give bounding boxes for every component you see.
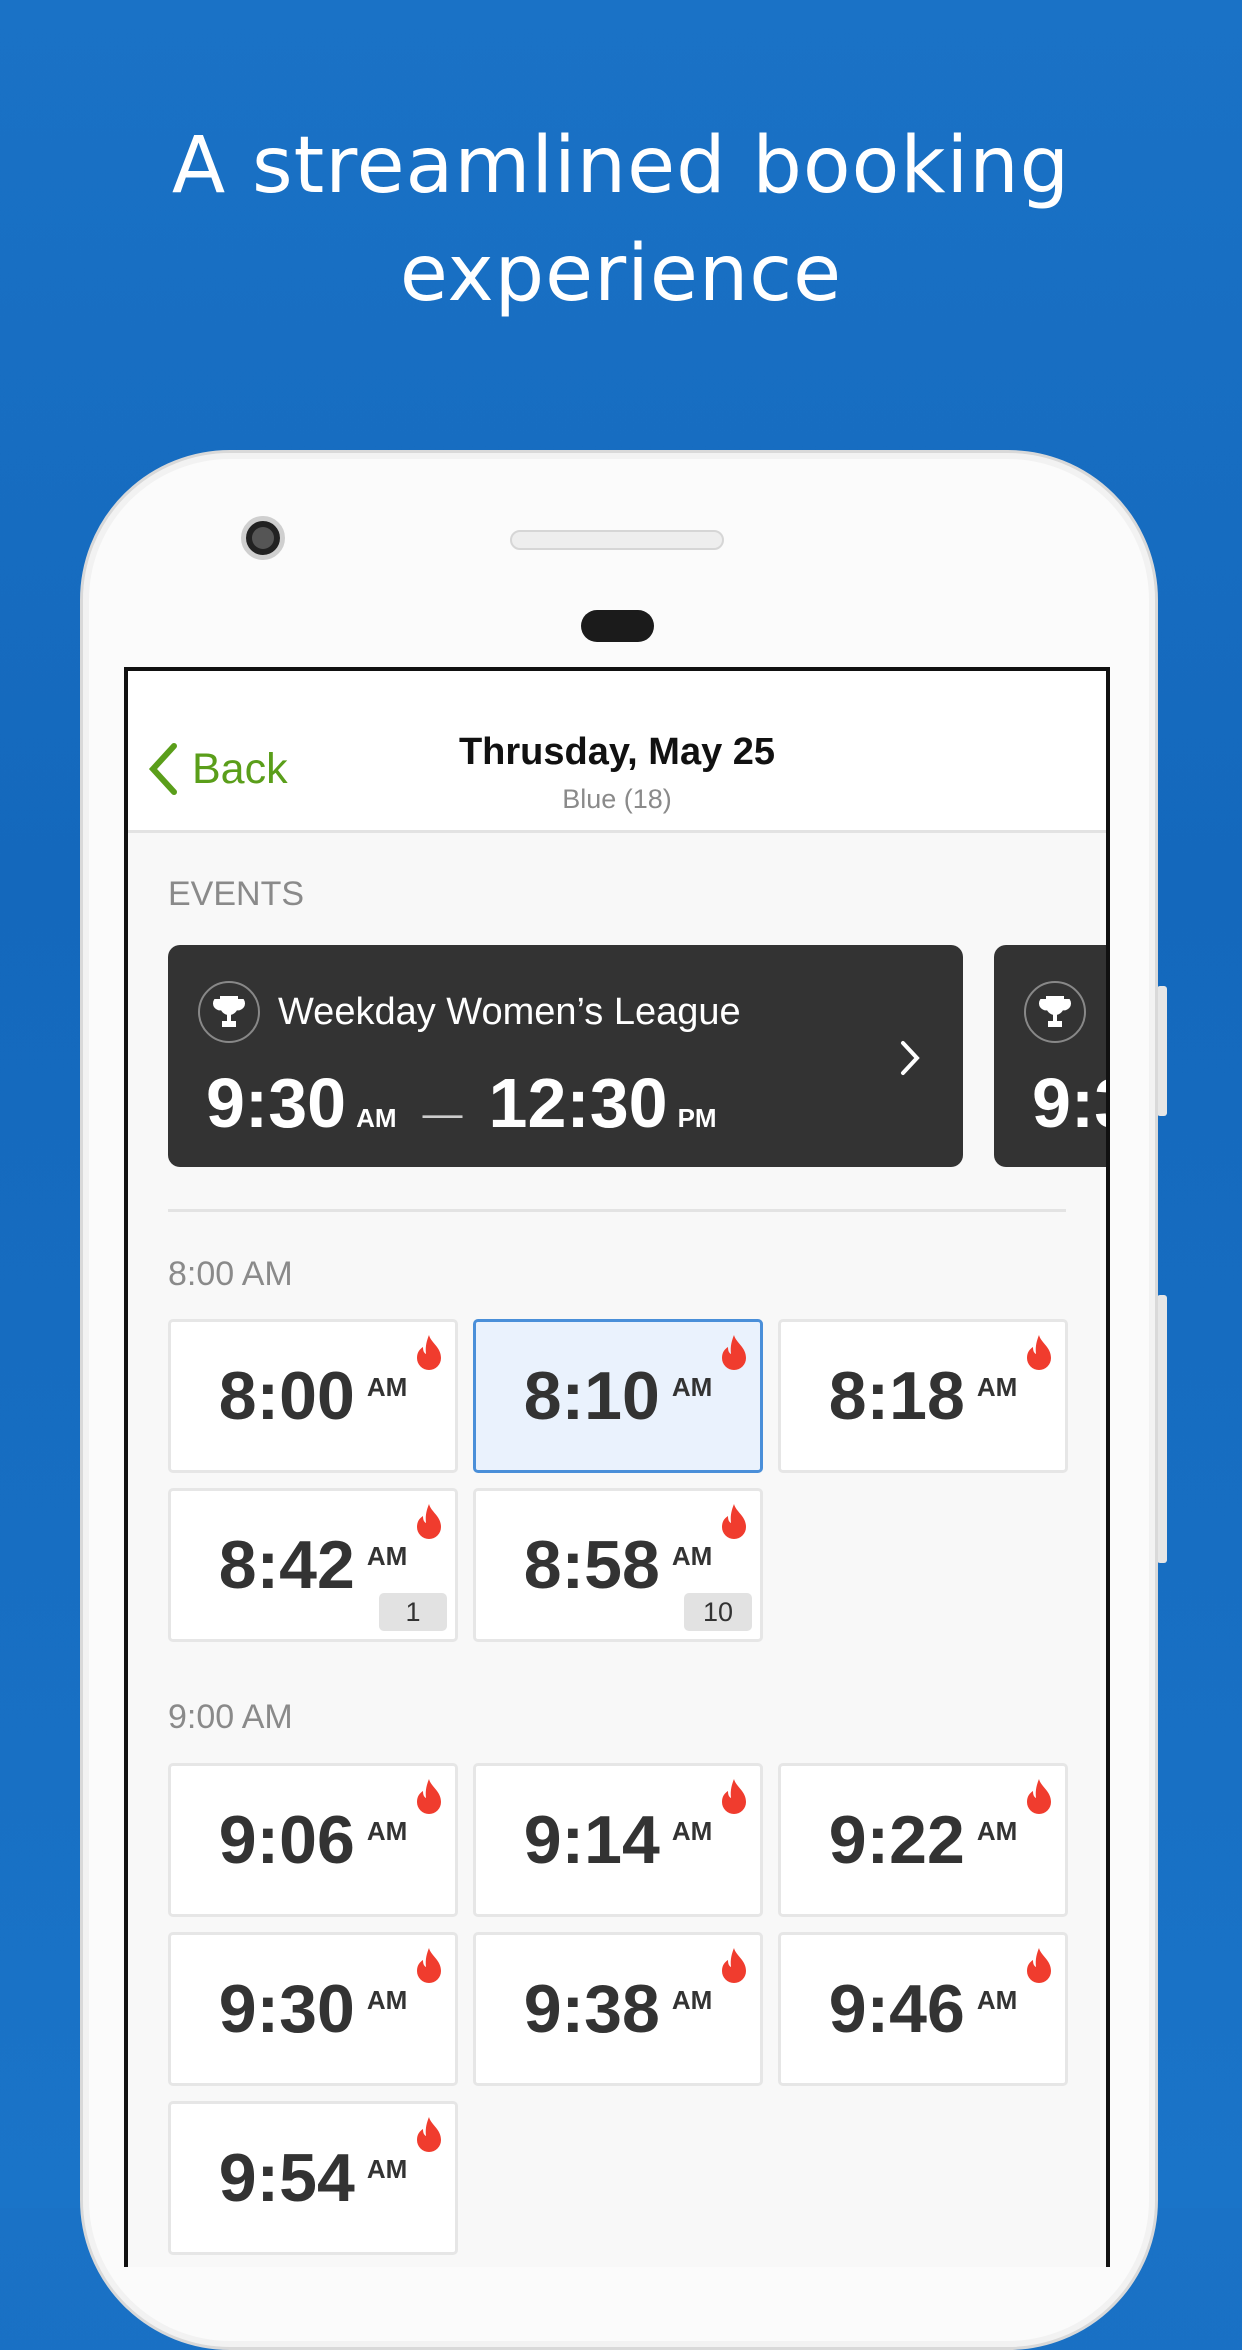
tee-time-grid: 8:00 AM 8:10 AM 8:18 AM 8:42 AM 1 8:58 AM 10 <box>168 1319 1068 1642</box>
slot-time: 9:06 <box>218 1802 355 1878</box>
event-start-period: AM <box>356 1103 397 1133</box>
event-times: 9:3 <box>1032 1063 1106 1143</box>
slot-period: AM <box>671 1372 713 1402</box>
slot-period: AM <box>671 1985 713 2015</box>
slot-period: AM <box>366 1816 408 1846</box>
tee-time-slot[interactable]: 9:14 AM <box>473 1763 763 1917</box>
event-card-next[interactable]: 9:3 <box>994 945 1106 1167</box>
page-title: Thrusday, May 25 <box>458 731 776 773</box>
flame-icon <box>1025 1334 1053 1377</box>
trophy-icon <box>198 981 260 1043</box>
slot-period: AM <box>976 1372 1018 1402</box>
slot-time: 8:00 <box>218 1358 355 1434</box>
event-times: 9:30 AM — 12:30 PM <box>206 1063 743 1143</box>
headline-line-2: experience <box>399 229 843 319</box>
flame-icon <box>1025 1778 1053 1821</box>
tee-time-grid: 9:06 AM 9:14 AM 9:22 AM 9:30 AM 9:38 AM 9:46 AM 9:54… <box>168 1763 1068 2255</box>
events-heading: EVENTS <box>168 875 305 913</box>
tee-time-slot[interactable]: 9:30 AM <box>168 1932 458 2086</box>
flame-icon <box>415 1503 443 1546</box>
flame-icon <box>415 2116 443 2159</box>
flame-icon <box>415 1778 443 1821</box>
trophy-icon <box>1024 981 1086 1043</box>
slot-period: AM <box>366 1541 408 1571</box>
slot-time: 8:58 <box>523 1527 660 1603</box>
slot-period: AM <box>976 1985 1018 2015</box>
flame-icon <box>720 1334 748 1377</box>
slot-time: 9:22 <box>828 1802 965 1878</box>
tee-time-slot[interactable]: 9:46 AM <box>778 1932 1068 2086</box>
tee-time-slot[interactable]: 9:38 AM <box>473 1932 763 2086</box>
slot-time: 9:38 <box>523 1971 660 2047</box>
phone-power-button <box>1157 1295 1167 1563</box>
slot-time: 9:46 <box>828 1971 965 2047</box>
section-heading: 9:00 AM <box>168 1698 293 1736</box>
flame-icon <box>415 1947 443 1990</box>
slot-period: AM <box>366 1372 408 1402</box>
earpiece-speaker <box>510 530 724 550</box>
slot-period: AM <box>671 1816 713 1846</box>
tee-time-slot[interactable]: 8:42 AM 1 <box>168 1488 458 1642</box>
flame-icon <box>720 1947 748 1990</box>
slot-time: 9:54 <box>218 2140 355 2216</box>
app-screen: Back Thrusday, May 25 Blue (18) EVENTS W… <box>124 667 1110 2267</box>
tee-time-slot[interactable]: 8:18 AM <box>778 1319 1068 1473</box>
tee-time-slot[interactable]: 8:58 AM 10 <box>473 1488 763 1642</box>
slot-count-badge: 1 <box>379 1593 447 1631</box>
event-start-time: 9:30 <box>206 1064 347 1142</box>
slot-period: AM <box>366 1985 408 2015</box>
time-separator: — <box>422 1092 463 1136</box>
slot-time: 9:30 <box>218 1971 355 2047</box>
slot-period: AM <box>976 1816 1018 1846</box>
tee-time-slot[interactable]: 9:54 AM <box>168 2101 458 2255</box>
slot-time: 8:18 <box>828 1358 965 1434</box>
event-end-period: PM <box>677 1103 717 1133</box>
slot-time: 8:42 <box>218 1527 355 1603</box>
event-start-time: 9:3 <box>1032 1064 1106 1142</box>
event-end-time: 12:30 <box>488 1064 668 1142</box>
slot-period: AM <box>366 2154 408 2184</box>
headline-line-1: A streamlined booking <box>171 121 1071 211</box>
tee-time-slot[interactable]: 8:10 AM <box>473 1319 763 1473</box>
chevron-right-icon <box>901 1041 920 1075</box>
flame-icon <box>720 1778 748 1821</box>
divider <box>168 1209 1066 1212</box>
tee-time-slot[interactable]: 9:22 AM <box>778 1763 1068 1917</box>
tee-time-slot[interactable]: 9:06 AM <box>168 1763 458 1917</box>
phone-volume-button <box>1157 986 1167 1116</box>
event-card[interactable]: Weekday Women’s League 9:30 AM — 12:30 P… <box>168 945 963 1167</box>
page-subtitle: Blue (18) <box>562 784 672 814</box>
front-camera <box>241 516 285 560</box>
slot-count-badge: 10 <box>684 1593 752 1631</box>
tee-time-slot[interactable]: 8:00 AM <box>168 1319 458 1473</box>
slot-time: 8:10 <box>523 1358 660 1434</box>
event-title: Weekday Women’s League <box>278 991 741 1033</box>
section-heading: 8:00 AM <box>168 1255 293 1293</box>
slot-period: AM <box>671 1541 713 1571</box>
proximity-sensor <box>581 610 654 642</box>
nav-bar: Back Thrusday, May 25 Blue (18) <box>128 671 1106 833</box>
flame-icon <box>415 1334 443 1377</box>
flame-icon <box>720 1503 748 1546</box>
slot-time: 9:14 <box>523 1802 660 1878</box>
headline: A streamlined booking experience <box>0 112 1242 328</box>
flame-icon <box>1025 1947 1053 1990</box>
